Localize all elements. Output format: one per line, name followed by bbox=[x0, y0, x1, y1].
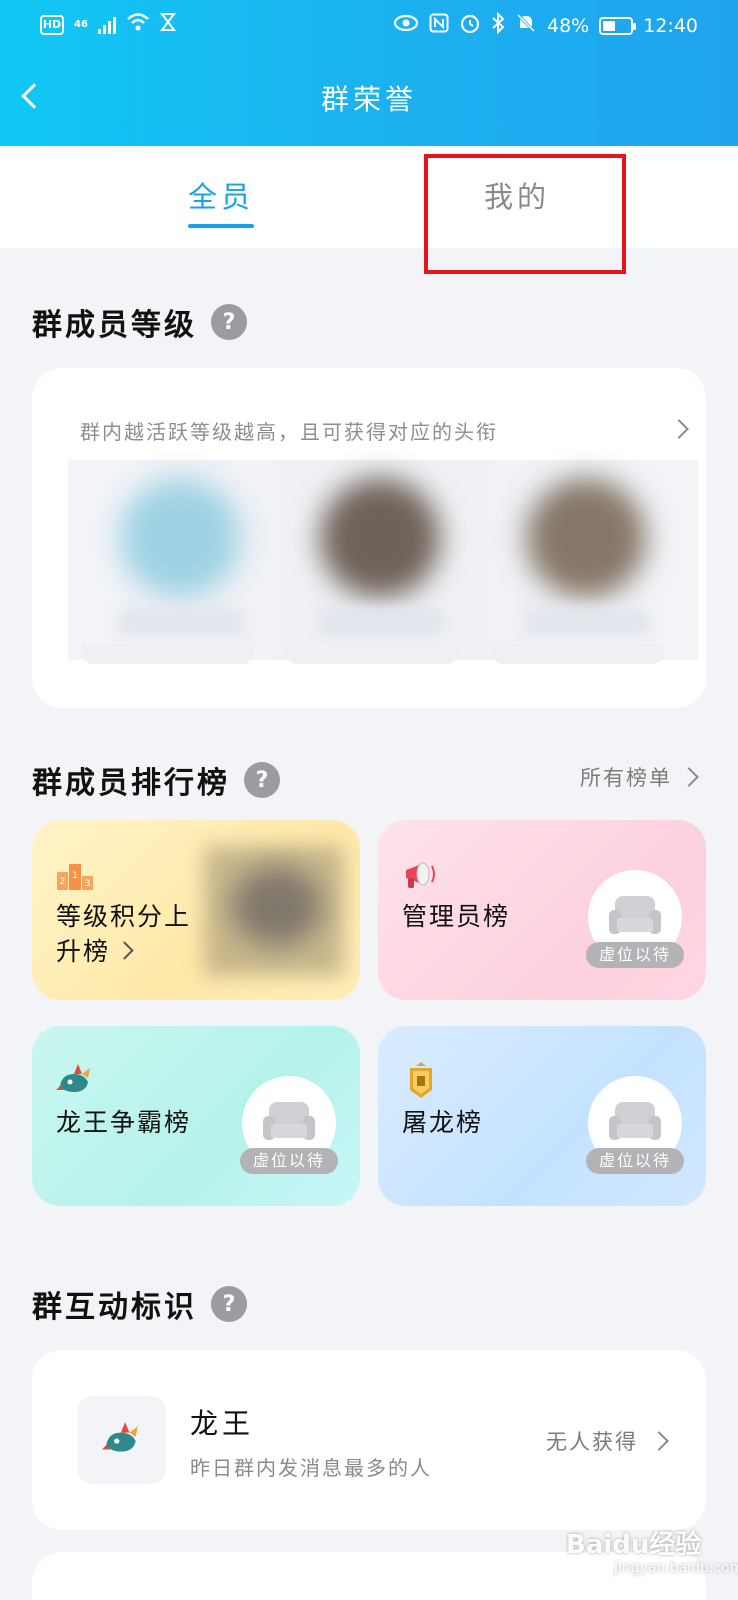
chevron-right-icon bbox=[669, 419, 689, 439]
help-icon[interactable]: ? bbox=[244, 762, 280, 798]
tab-all-members[interactable]: 全员 bbox=[188, 174, 254, 216]
ranking-card-dragon-slayer[interactable]: 屠龙榜 虚位以待 bbox=[378, 1026, 706, 1206]
interaction-status: 无人获得 bbox=[546, 1430, 638, 1454]
sofa-icon bbox=[609, 1102, 661, 1140]
all-lists-label: 所有榜单 bbox=[580, 766, 672, 790]
chevron-right-icon bbox=[679, 767, 699, 787]
help-icon[interactable]: ? bbox=[211, 304, 247, 340]
ranking-card-label: 龙王争霸榜 bbox=[56, 1108, 192, 1137]
bluetooth-icon bbox=[491, 11, 505, 39]
ranking-card-label: 等级积分上 bbox=[56, 902, 192, 931]
dragon-icon bbox=[102, 1422, 138, 1452]
ranking-card-label: 管理员榜 bbox=[402, 902, 511, 931]
hourglass-icon bbox=[159, 12, 176, 37]
status-bar: HD 46 48% 12:40 bbox=[0, 0, 738, 50]
interaction-title: 龙王 bbox=[190, 1407, 255, 1440]
app-header: HD 46 48% 12:40 群荣誉 bbox=[0, 0, 738, 146]
chevron-right-icon bbox=[115, 940, 134, 960]
section-title-text: 群成员排行榜 bbox=[32, 766, 230, 801]
eye-icon bbox=[393, 14, 419, 37]
avatar bbox=[526, 478, 646, 598]
battery-level bbox=[603, 20, 616, 31]
section-title-ranking: 群成员排行榜 ? bbox=[32, 758, 280, 802]
svg-text:3: 3 bbox=[85, 879, 91, 889]
active-tab-indicator bbox=[188, 224, 254, 228]
podium-icon: 2 1 3 bbox=[57, 864, 93, 890]
page-title: 群荣誉 bbox=[320, 83, 417, 116]
vacant-label: 虚位以待 bbox=[586, 1148, 684, 1174]
member-name-placeholder bbox=[316, 608, 446, 636]
section-title-interaction: 群互动标识 ? bbox=[32, 1282, 247, 1326]
avatar-base bbox=[492, 644, 664, 664]
mute-icon bbox=[515, 12, 537, 39]
section-title-text: 群互动标识 bbox=[32, 1290, 197, 1325]
level-description: 群内越活跃等级越高，且可获得对应的头衔 bbox=[80, 420, 498, 444]
section-title-member-level: 群成员等级 ? bbox=[32, 300, 247, 344]
avatar bbox=[320, 478, 440, 598]
avatar-base bbox=[286, 644, 458, 664]
member-name-placeholder bbox=[522, 608, 652, 636]
member-name-placeholder bbox=[116, 608, 246, 636]
battery-icon bbox=[599, 16, 637, 35]
watermark-logo: Baidu经验 bbox=[566, 1530, 702, 1560]
interaction-icon-box bbox=[78, 1396, 166, 1484]
chevron-right-icon bbox=[649, 1431, 669, 1451]
nfc-icon bbox=[429, 13, 449, 38]
vacant-label: 虚位以待 bbox=[586, 942, 684, 968]
section-title-text: 群成员等级 bbox=[32, 308, 197, 343]
sofa-icon bbox=[609, 896, 661, 934]
avatar bbox=[120, 478, 240, 598]
ranking-card-label: 屠龙榜 bbox=[402, 1108, 484, 1137]
ranking-card-label-line2: 升榜 bbox=[56, 932, 134, 968]
wifi-icon bbox=[126, 12, 150, 37]
tab-mine[interactable]: 我的 bbox=[484, 174, 550, 216]
alarm-icon bbox=[459, 12, 481, 39]
ranking-card-dragon-king[interactable]: 龙王争霸榜 虚位以待 bbox=[32, 1026, 360, 1206]
hd-icon: HD bbox=[40, 14, 64, 35]
sofa-icon bbox=[263, 1102, 315, 1140]
avatar-base bbox=[82, 644, 254, 664]
badge-icon bbox=[410, 1062, 432, 1098]
clock: 12:40 bbox=[643, 14, 698, 37]
interaction-description: 昨日群内发消息最多的人 bbox=[190, 1456, 432, 1480]
ranking-card-admin[interactable]: 管理员榜 虚位以待 bbox=[378, 820, 706, 1000]
top-member-avatar-face bbox=[232, 866, 322, 946]
battery-percent: 48% bbox=[547, 14, 590, 37]
watermark-url: jingyan.baidu.com bbox=[614, 1560, 738, 1576]
all-lists-link[interactable]: 所有榜单 bbox=[580, 762, 699, 792]
tab-bar: 全员 我的 bbox=[0, 148, 738, 248]
svg-text:1: 1 bbox=[72, 871, 78, 881]
network-type: 46 bbox=[74, 18, 88, 30]
interaction-item-dragon-king[interactable]: 龙王 昨日群内发消息最多的人 无人获得 bbox=[32, 1350, 706, 1530]
signal-icon bbox=[97, 16, 116, 34]
member-level-card[interactable]: 群内越活跃等级越高，且可获得对应的头衔 bbox=[32, 368, 706, 708]
svg-text:2: 2 bbox=[60, 877, 66, 887]
help-icon[interactable]: ? bbox=[211, 1286, 247, 1322]
ranking-card-level-rise[interactable]: 2 1 3 等级积分上 升榜 bbox=[32, 820, 360, 1000]
ranking-card-label: 升榜 bbox=[56, 937, 111, 966]
megaphone-icon bbox=[406, 862, 435, 888]
vacant-label: 虚位以待 bbox=[240, 1148, 338, 1174]
dragon-icon bbox=[56, 1064, 90, 1092]
